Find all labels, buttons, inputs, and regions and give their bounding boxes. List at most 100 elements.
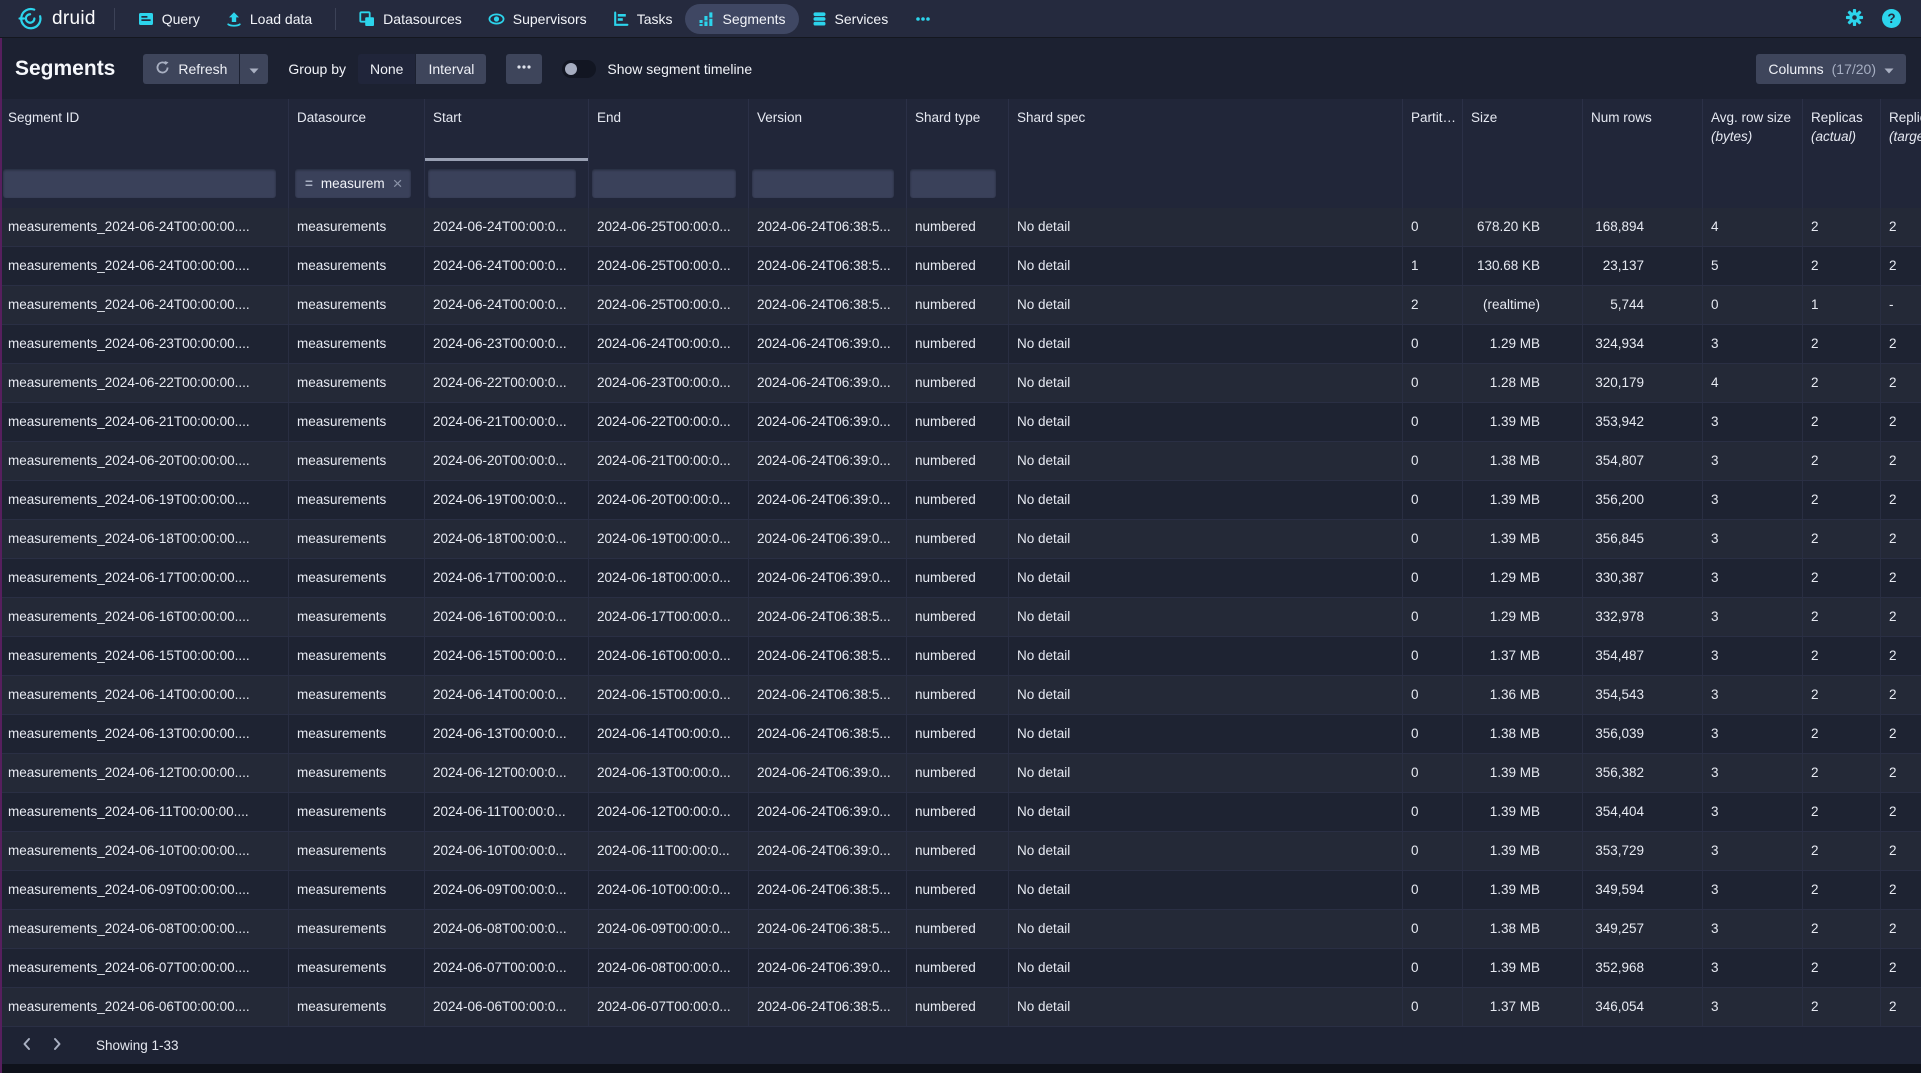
cell-start: 2024-06-17T00:00:0...	[425, 559, 589, 597]
cell-segment-id[interactable]: measurements_2024-06-24T00:00:00....	[0, 208, 289, 246]
nav-item-segments[interactable]: Segments	[685, 4, 798, 34]
column-header-avg-row-size[interactable]: Avg. row size(bytes)	[1703, 99, 1803, 161]
cell-partition: 0	[1403, 442, 1463, 480]
group-by-interval-button[interactable]: Interval	[416, 54, 486, 84]
filter-input-version[interactable]	[752, 169, 894, 198]
filter-cell-shard-type	[907, 161, 1009, 208]
cell-num-rows: 356,845	[1583, 520, 1703, 558]
cell-num-rows: 356,200	[1583, 481, 1703, 519]
segments-icon	[698, 11, 714, 27]
cell-num-rows: 356,039	[1583, 715, 1703, 753]
cell-segment-id[interactable]: measurements_2024-06-23T00:00:00....	[0, 325, 289, 363]
column-header-num-rows[interactable]: Num rows	[1583, 99, 1703, 161]
nav-item-supervisors[interactable]: Supervisors	[475, 4, 600, 34]
filter-input-shard-type[interactable]	[910, 169, 996, 198]
cell-partition: 0	[1403, 676, 1463, 714]
columns-button[interactable]: Columns (17/20)	[1756, 54, 1906, 84]
cell-replication-factor: 2	[1881, 676, 1921, 714]
cell-end: 2024-06-23T00:00:0...	[589, 364, 749, 402]
column-header-label: Start	[433, 110, 462, 125]
column-header-label: Version	[757, 110, 802, 125]
filter-input-end[interactable]	[592, 169, 736, 198]
cell-end: 2024-06-10T00:00:0...	[589, 871, 749, 909]
refresh-interval-caret-button[interactable]	[240, 54, 268, 84]
column-header-version[interactable]: Version	[749, 99, 907, 161]
cell-datasource: measurements	[289, 988, 425, 1026]
cell-segment-id[interactable]: measurements_2024-06-11T00:00:00....	[0, 793, 289, 831]
more-options-button[interactable]	[506, 54, 542, 84]
filter-input-start[interactable]	[428, 169, 576, 198]
nav-item-load-data[interactable]: Load data	[213, 4, 325, 34]
cell-segment-id[interactable]: measurements_2024-06-08T00:00:00....	[0, 910, 289, 948]
cell-replicas: 2	[1803, 988, 1881, 1026]
column-header-size[interactable]: Size	[1463, 99, 1583, 161]
cell-shard-type: numbered	[907, 520, 1009, 558]
bottom-strip	[0, 1064, 1921, 1073]
cell-shard-type: numbered	[907, 442, 1009, 480]
cell-start: 2024-06-18T00:00:0...	[425, 520, 589, 558]
nav-item-label: Supervisors	[513, 11, 587, 27]
cell-segment-id[interactable]: measurements_2024-06-06T00:00:00....	[0, 988, 289, 1026]
column-header-start[interactable]: Start	[425, 99, 589, 161]
column-header-shard-type[interactable]: Shard type	[907, 99, 1009, 161]
cell-segment-id[interactable]: measurements_2024-06-19T00:00:00....	[0, 481, 289, 519]
column-header-label: Replication factor	[1889, 110, 1921, 125]
nav-item-datasources[interactable]: Datasources	[346, 4, 475, 34]
cell-datasource: measurements	[289, 520, 425, 558]
help-button[interactable]: ?	[1882, 9, 1901, 28]
cell-segment-id[interactable]: measurements_2024-06-16T00:00:00....	[0, 598, 289, 636]
cell-segment-id[interactable]: measurements_2024-06-15T00:00:00....	[0, 637, 289, 675]
left-accent-strip	[0, 38, 2, 1073]
column-header-segment-id[interactable]: Segment ID	[0, 99, 289, 161]
cell-num-rows: 330,387	[1583, 559, 1703, 597]
cell-num-rows: 354,404	[1583, 793, 1703, 831]
column-header-sublabel: (bytes)	[1711, 129, 1798, 144]
group-by-none-button[interactable]: None	[358, 54, 415, 84]
cell-version: 2024-06-24T06:39:0...	[749, 481, 907, 519]
cell-segment-id[interactable]: measurements_2024-06-22T00:00:00....	[0, 364, 289, 402]
cell-shard-spec: No detail	[1009, 871, 1403, 909]
cell-end: 2024-06-13T00:00:0...	[589, 754, 749, 792]
cell-partition: 0	[1403, 949, 1463, 987]
cell-segment-id[interactable]: measurements_2024-06-13T00:00:00....	[0, 715, 289, 753]
column-header-label: Shard type	[915, 110, 980, 125]
column-header-replicas[interactable]: Replicas(actual)	[1803, 99, 1881, 161]
settings-button[interactable]	[1845, 8, 1864, 30]
druid-logo[interactable]: druid	[18, 6, 96, 31]
filter-input-segment-id[interactable]	[3, 169, 276, 198]
nav-item-query[interactable]: Query	[125, 4, 213, 34]
column-header-partition[interactable]: Partition	[1403, 99, 1463, 161]
cell-segment-id[interactable]: measurements_2024-06-24T00:00:00....	[0, 286, 289, 324]
cell-num-rows: 354,487	[1583, 637, 1703, 675]
remove-filter-icon[interactable]: ×	[393, 175, 403, 192]
nav-item-tasks[interactable]: Tasks	[600, 4, 686, 34]
cell-segment-id[interactable]: measurements_2024-06-07T00:00:00....	[0, 949, 289, 987]
cell-segment-id[interactable]: measurements_2024-06-10T00:00:00....	[0, 832, 289, 870]
refresh-button[interactable]: Refresh	[143, 54, 239, 84]
toggle-knob	[565, 63, 577, 75]
cell-segment-id[interactable]: measurements_2024-06-14T00:00:00....	[0, 676, 289, 714]
cell-segment-id[interactable]: measurements_2024-06-12T00:00:00....	[0, 754, 289, 792]
cell-end: 2024-06-07T00:00:0...	[589, 988, 749, 1026]
table-row: measurements_2024-06-14T00:00:00....meas…	[0, 676, 1921, 715]
table-row: measurements_2024-06-23T00:00:00....meas…	[0, 325, 1921, 364]
column-header-shard-spec[interactable]: Shard spec	[1009, 99, 1403, 161]
column-header-replication-factor[interactable]: Replication factor(target)	[1881, 99, 1921, 161]
nav-item-services[interactable]: Services	[799, 4, 902, 34]
nav-item-more[interactable]	[901, 4, 945, 34]
column-header-datasource[interactable]: Datasource	[289, 99, 425, 161]
datasource-filter-tag[interactable]: =measurem×	[295, 169, 411, 198]
column-header-end[interactable]: End	[589, 99, 749, 161]
cell-segment-id[interactable]: measurements_2024-06-21T00:00:00....	[0, 403, 289, 441]
cell-num-rows: 320,179	[1583, 364, 1703, 402]
cell-segment-id[interactable]: measurements_2024-06-17T00:00:00....	[0, 559, 289, 597]
segment-timeline-toggle[interactable]	[562, 60, 596, 78]
cell-replication-factor: 2	[1881, 715, 1921, 753]
next-page-button[interactable]	[42, 1031, 72, 1061]
previous-page-button[interactable]	[12, 1031, 42, 1061]
cell-segment-id[interactable]: measurements_2024-06-09T00:00:00....	[0, 871, 289, 909]
cell-segment-id[interactable]: measurements_2024-06-18T00:00:00....	[0, 520, 289, 558]
cell-version: 2024-06-24T06:38:5...	[749, 910, 907, 948]
cell-segment-id[interactable]: measurements_2024-06-24T00:00:00....	[0, 247, 289, 285]
cell-segment-id[interactable]: measurements_2024-06-20T00:00:00....	[0, 442, 289, 480]
